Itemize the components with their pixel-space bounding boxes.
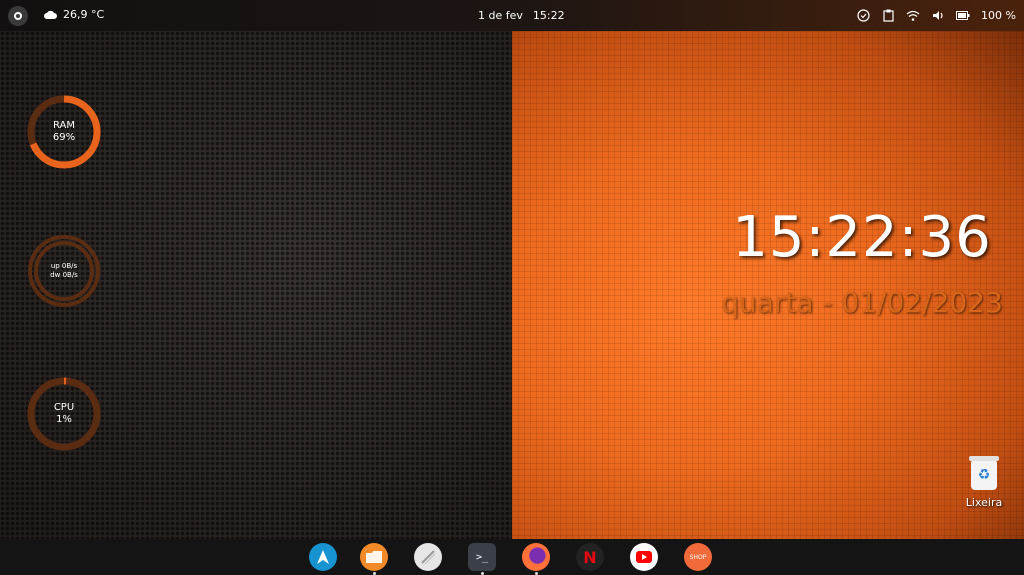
battery-percent: 100 % [981,8,1016,22]
desktop-icon-trash[interactable]: ♻ Lixeira [960,456,1008,509]
net-down: dw 0B/s [50,271,78,279]
network-gauge: up 0B/s dw 0B/s [26,233,102,309]
cpu-gauge: CPU 1% [26,376,102,452]
ram-gauge: RAM 69% [26,94,102,170]
dock-shop-icon[interactable]: SHOP [684,543,712,571]
cloud-icon [44,10,57,19]
dock-terminal-icon[interactable]: >_ [468,543,496,571]
cpu-label: CPU [53,402,75,413]
weather-indicator[interactable]: 26,9 °C [44,8,104,21]
dock: >_ N SHOP [0,539,1024,575]
top-date: 1 de fev [478,9,523,22]
volume-icon[interactable] [931,8,945,22]
wifi-icon[interactable] [906,8,920,22]
dock-netflix-icon[interactable]: N [576,543,604,571]
trash-icon: ♻ [969,456,999,490]
desktop-clock-time: 15:22:36 [732,205,992,270]
desktop-clock-date: quarta - 01/02/2023 [721,286,1003,319]
system-tray[interactable]: 100 % [856,8,1016,22]
top-clock[interactable]: 1 de fev 15:22 [478,9,565,22]
clipboard-icon[interactable] [881,8,895,22]
dock-youtube-icon[interactable] [630,543,658,571]
cpu-value: 1% [56,414,72,425]
battery-icon[interactable] [956,8,970,22]
dock-text-editor-icon[interactable] [414,543,442,571]
update-icon[interactable] [856,8,870,22]
dock-arch-logo-icon[interactable] [309,543,337,571]
dock-files-folder-icon[interactable] [360,543,388,571]
ram-label: RAM [52,120,75,131]
trash-label: Lixeira [965,496,1003,509]
weather-temp: 26,9 °C [63,8,105,21]
activities-button[interactable] [8,6,28,26]
net-up: up 0B/s [50,262,78,270]
shop-label: SHOP [689,553,707,561]
activities-icon [14,12,22,20]
wallpaper-right [512,31,1024,539]
dock-firefox-icon[interactable] [522,543,550,571]
top-time: 15:22 [532,9,565,22]
ram-value: 69% [52,132,76,143]
top-bar: 26,9 °C 1 de fev 15:22 100 % [0,0,1024,31]
